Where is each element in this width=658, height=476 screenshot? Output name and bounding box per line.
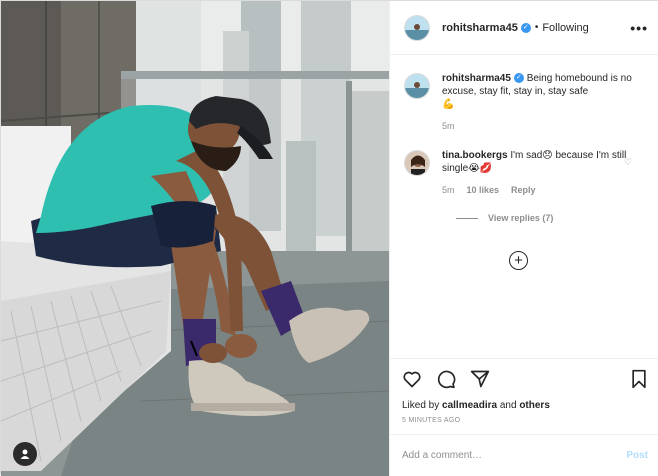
verified-badge-icon: ✓	[520, 22, 531, 33]
comment-input[interactable]	[402, 450, 627, 461]
instagram-post-modal: rohitsharma45 ✓ • Following ••• rohitsha…	[0, 0, 658, 476]
post-image	[1, 1, 389, 476]
post-actions: Liked by callmeadira and others 5 MINUTE…	[390, 358, 658, 434]
post-timestamp[interactable]: 5 MINUTES AGO	[402, 417, 648, 424]
caption-age[interactable]: 5m	[442, 120, 455, 133]
comment-composer: Post	[390, 434, 658, 476]
comment-age[interactable]: 5m	[442, 184, 455, 197]
liked-user[interactable]: callmeadira	[442, 400, 497, 411]
plus-circle-icon[interactable]: +	[509, 251, 528, 270]
replies-divider	[456, 217, 478, 219]
heart-icon[interactable]	[402, 369, 422, 389]
verified-badge-icon: ✓	[513, 73, 524, 84]
view-replies-label: View replies (7)	[488, 213, 554, 223]
following-button[interactable]: Following	[542, 22, 588, 34]
comments-list: rohitsharma45 ✓ Being homebound is no exc…	[390, 56, 658, 358]
action-icons	[402, 369, 648, 389]
share-icon[interactable]	[470, 369, 490, 389]
caption-avatar[interactable]	[404, 73, 430, 99]
caption: rohitsharma45 ✓ Being homebound is no exc…	[404, 72, 646, 133]
comment-like-heart-icon[interactable]: ♡	[624, 157, 632, 168]
post-photo	[1, 1, 389, 476]
caption-username[interactable]: rohitsharma45	[442, 73, 511, 84]
author-avatar[interactable]	[404, 14, 430, 41]
liked-and: and	[499, 400, 517, 411]
liked-by: Liked by callmeadira and others	[402, 400, 648, 411]
commenter-username[interactable]: tina.bookergs	[442, 150, 508, 161]
caption-emoji: 💪	[442, 99, 455, 110]
liked-others[interactable]: others	[519, 400, 550, 411]
comment-likes[interactable]: 10 likes	[467, 184, 500, 197]
more-icon[interactable]: •••	[630, 20, 648, 36]
commenter-avatar[interactable]	[404, 150, 430, 176]
view-replies-button[interactable]: View replies (7)	[456, 213, 646, 223]
author-username[interactable]: rohitsharma45	[442, 22, 518, 34]
separator-dot: •	[534, 22, 539, 33]
reply-button[interactable]: Reply	[511, 184, 536, 197]
comment-item: tina.bookergs I'm sad😞 because I'm still…	[404, 149, 646, 197]
post-comment-button[interactable]: Post	[626, 450, 648, 461]
comment-icon[interactable]	[436, 369, 456, 389]
post-header: rohitsharma45 ✓ • Following •••	[390, 1, 658, 55]
post-side-panel: rohitsharma45 ✓ • Following ••• rohitsha…	[389, 1, 658, 476]
bookmark-icon[interactable]	[630, 369, 648, 389]
liked-prefix: Liked by	[402, 400, 440, 411]
user-tag-icon[interactable]	[13, 442, 37, 466]
